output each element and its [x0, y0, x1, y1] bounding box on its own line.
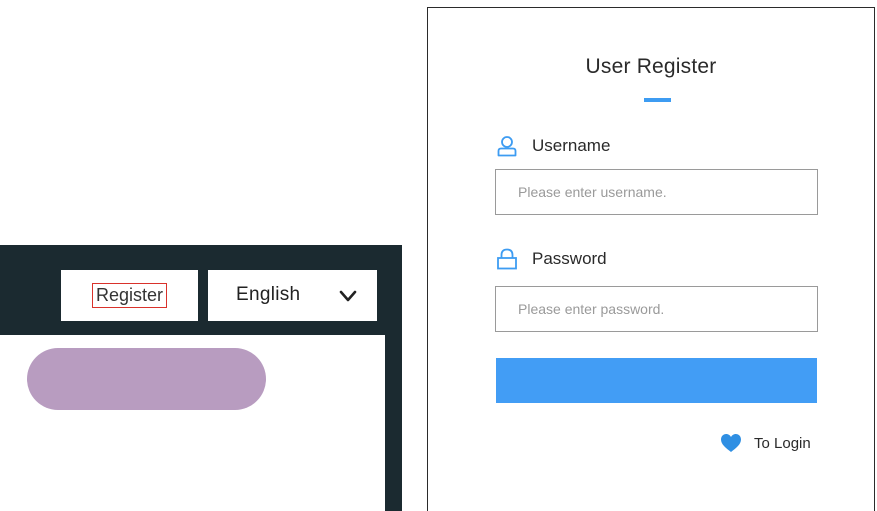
- chevron-down-icon: [339, 290, 357, 302]
- language-select[interactable]: English: [208, 270, 377, 321]
- username-input[interactable]: [495, 169, 818, 215]
- register-nav-label: Register: [91, 283, 168, 308]
- username-label: Username: [532, 136, 611, 155]
- user-icon: [497, 136, 517, 157]
- to-login-link[interactable]: To Login: [720, 432, 811, 454]
- heart-icon: [721, 434, 741, 452]
- page-title: User Register: [585, 55, 717, 78]
- lock-icon: [497, 248, 517, 270]
- screenshot-stage: Register English User Register Username: [0, 0, 877, 511]
- username-label-row: Username: [496, 134, 610, 158]
- password-input[interactable]: [495, 286, 818, 332]
- register-card: User Register Username Password To Login: [427, 7, 875, 511]
- navbar-side-strip: [385, 335, 402, 511]
- password-label: Password: [532, 249, 607, 268]
- register-nav-button[interactable]: Register: [61, 270, 198, 321]
- language-selected-value: English: [236, 284, 301, 305]
- pill-placeholder-button[interactable]: [27, 348, 266, 410]
- to-login-label: To Login: [754, 434, 811, 452]
- title-underline: [644, 98, 671, 102]
- header-crop: Register English: [0, 245, 402, 511]
- password-label-row: Password: [496, 247, 607, 271]
- register-submit-button[interactable]: [496, 358, 817, 403]
